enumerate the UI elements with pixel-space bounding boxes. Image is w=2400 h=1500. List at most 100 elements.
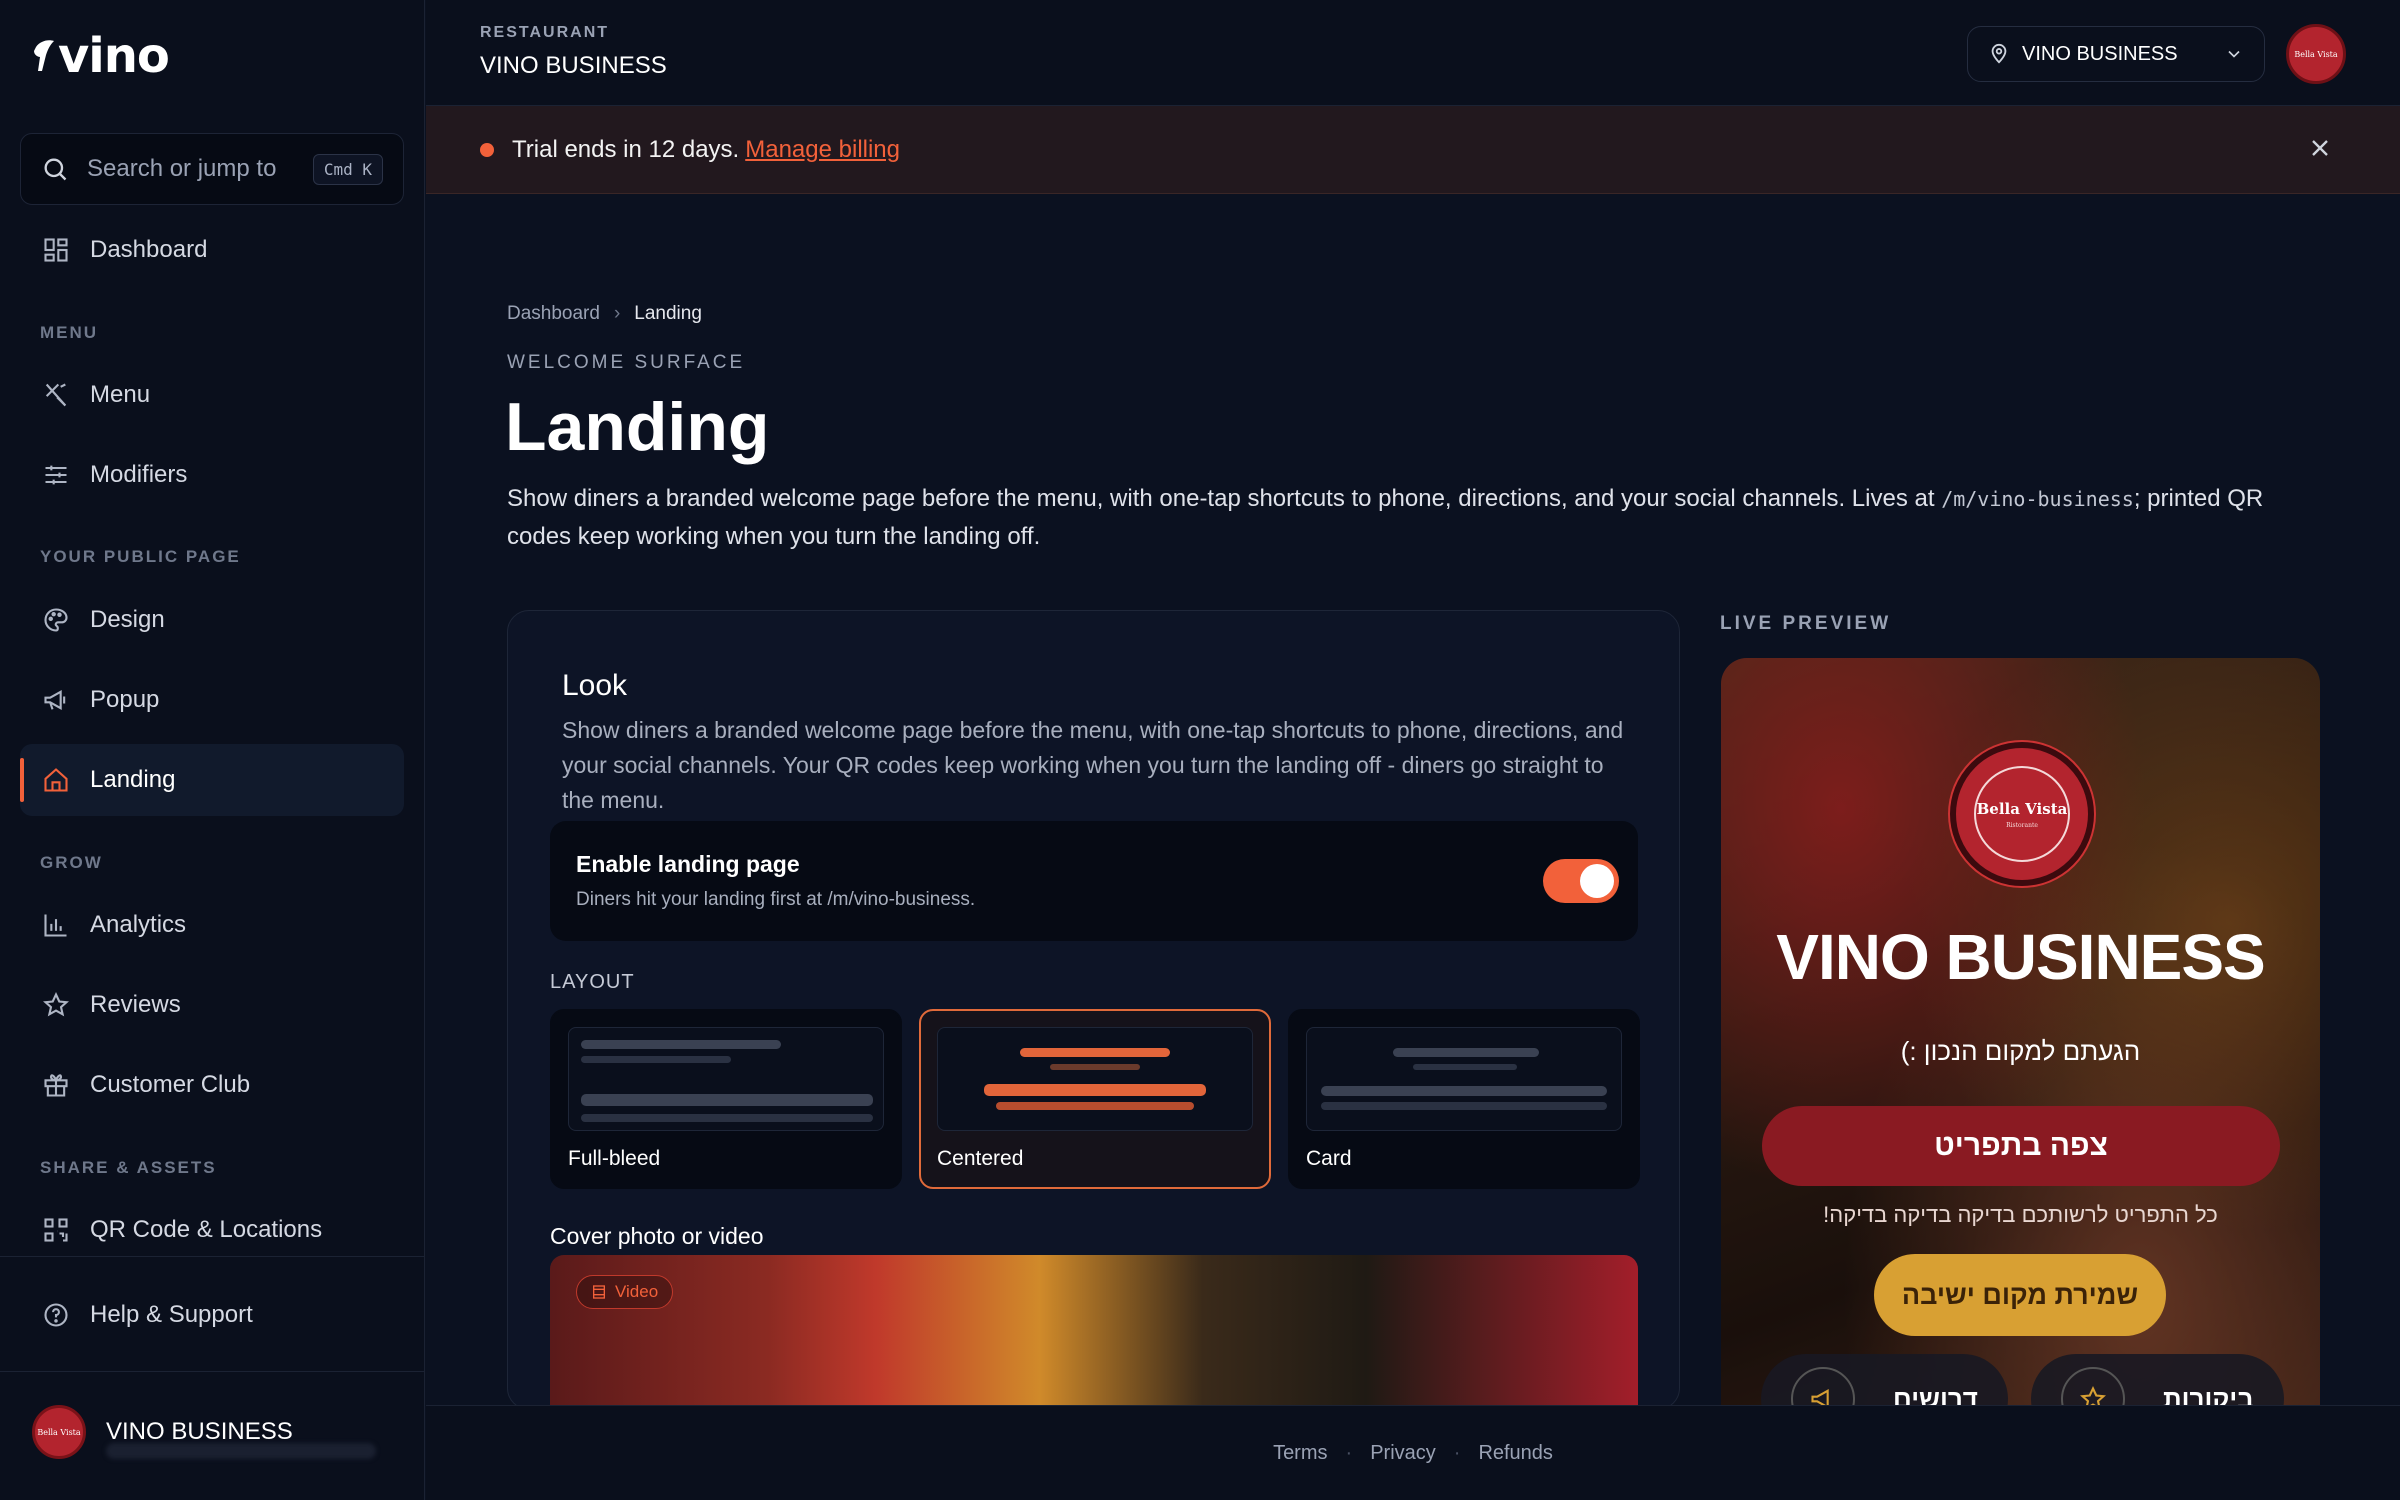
look-title: Look [562,669,628,702]
home-icon [40,764,72,796]
sidebar-item-design[interactable]: Design [20,584,404,656]
landing-path: /m/vino-business [1941,487,2134,511]
palette-icon [40,604,72,636]
preview-title: VINO BUSINESS [1776,921,2265,993]
page-description: Show diners a branded welcome page befor… [507,480,2267,556]
vino-logo[interactable]: vino [32,28,170,84]
logo-mark-icon [34,40,54,71]
bar-chart-icon [40,909,72,941]
topbar: RESTAURANT VINO BUSINESS VINO BUSINESS B… [426,0,2400,106]
page-title: Landing [505,389,770,465]
close-banner-button[interactable] [2306,134,2334,169]
sidebar-divider [0,1256,425,1257]
view-menu-button[interactable]: צפה בתפריט [1762,1106,2280,1186]
sidebar-item-popup[interactable]: Popup [20,664,404,736]
search-box[interactable]: Search or jump to Cmd K [20,133,404,205]
sidebar-item-help[interactable]: Help & Support [20,1279,404,1351]
jobs-shortcut[interactable]: דרושים [1761,1354,2008,1410]
sidebar-item-label: QR Code & Locations [90,1216,323,1243]
sidebar-item-landing[interactable]: Landing [20,744,404,816]
breadcrumb: Dashboard › Landing [507,303,702,325]
sidebar-item-label: Modifiers [90,461,188,488]
sidebar-item-label: Landing [90,766,176,793]
sidebar-item-customer-club[interactable]: Customer Club [20,1049,404,1121]
qr-code-icon [40,1214,72,1246]
sidebar-item-label: Dashboard [90,236,208,263]
sliders-icon [40,459,72,491]
user-name: VINO BUSINESS [106,1418,293,1445]
restaurant-logo: Bella Vista Ristorante [1950,742,2094,886]
sidebar-divider [0,1371,425,1372]
gift-icon [40,1069,72,1101]
page-eyebrow: WELCOME SURFACE [507,352,746,373]
layout-option-label: Full-bleed [568,1147,661,1170]
avatar-logo-text: Bella Vista [2294,49,2338,59]
layout-thumbnail [568,1027,884,1131]
live-preview-frame: Bella Vista Ristorante VINO BUSINESS הגע… [1721,658,2320,1410]
section-label-menu: MENU [40,323,99,342]
live-preview-label: LIVE PREVIEW [1720,613,1892,634]
megaphone-icon [1791,1367,1855,1410]
look-description: Show diners a branded welcome page befor… [562,717,1624,813]
user-email-redacted [106,1443,376,1459]
map-pin-icon [1991,43,2007,64]
reserve-table-button[interactable]: שמירת מקום ישיבה [1874,1254,2166,1336]
manage-billing-link[interactable]: Manage billing [745,136,900,164]
account-avatar[interactable]: Bella Vista [2286,24,2346,84]
enable-landing-subtitle: Diners hit your landing first at /m/vino… [576,889,976,910]
section-label-grow: GROW [40,853,103,872]
privacy-link[interactable]: Privacy [1370,1442,1436,1465]
search-placeholder: Search or jump to [87,155,277,182]
sidebar-item-reviews[interactable]: Reviews [20,969,404,1041]
avatar: Bella Vista [32,1405,86,1459]
sidebar-item-menu[interactable]: Menu [20,359,404,431]
location-select-value: VINO BUSINESS [2022,42,2178,65]
section-label-public: YOUR PUBLIC PAGE [40,547,241,566]
sidebar: vino Search or jump to Cmd K Dashboard M… [0,0,425,1500]
restaurant-name: VINO BUSINESS [480,52,667,79]
refunds-link[interactable]: Refunds [1478,1442,1553,1465]
preview-tagline: הגעתם למקום הנכון :) [1900,1036,2141,1066]
sidebar-item-label: Reviews [90,991,181,1018]
reviews-shortcut[interactable]: ביקורות [2031,1354,2284,1410]
sidebar-item-modifiers[interactable]: Modifiers [20,439,404,511]
breadcrumb-current: Landing [634,303,702,324]
layout-label: LAYOUT [550,971,635,993]
utensils-icon [40,379,72,411]
location-select[interactable]: VINO BUSINESS [1967,26,2265,82]
layout-option-label: Centered [937,1147,1024,1170]
status-dot [480,142,494,157]
enable-landing-toggle[interactable] [1543,859,1619,903]
breadcrumb-dashboard[interactable]: Dashboard [507,303,600,325]
search-shortcut-badge: Cmd K [312,153,383,185]
restaurant-label: RESTAURANT [480,24,610,41]
sidebar-item-dashboard[interactable]: Dashboard [20,214,404,286]
sidebar-item-analytics[interactable]: Analytics [20,889,404,961]
look-card: Look Show diners a branded welcome page … [507,610,1680,1410]
megaphone-icon [40,684,72,716]
sidebar-item-label: Design [90,606,165,633]
cover-label: Cover photo or video [550,1223,764,1249]
search-icon [44,158,67,181]
cover-media-preview[interactable]: Video [550,1255,1638,1409]
avatar-logo-text: Bella Vista [37,1427,81,1437]
terms-link[interactable]: Terms [1273,1442,1327,1465]
layout-option-full-bleed[interactable]: Full-bleed [550,1009,902,1189]
enable-landing-row: Enable landing page Diners hit your land… [550,821,1638,941]
user-profile[interactable]: Bella Vista VINO BUSINESS [32,1405,376,1459]
toggle-knob [1580,864,1614,898]
star-icon [40,989,72,1021]
chevron-down-icon [2228,50,2240,58]
video-badge: Video [576,1275,674,1309]
section-label-share: SHARE & ASSETS [40,1158,217,1177]
layout-option-centered[interactable]: Centered [919,1009,1271,1189]
layout-option-card[interactable]: Card [1288,1009,1640,1189]
footer-separator: · [1453,1441,1461,1464]
footer: Terms · Privacy · Refunds [426,1405,2400,1500]
help-circle-icon [40,1299,72,1331]
sidebar-item-label: Menu [90,381,151,408]
video-badge-label: Video [615,1282,659,1301]
sidebar-item-label: Customer Club [90,1071,251,1098]
sidebar-item-label: Analytics [90,911,187,938]
logo-ring [1974,766,2070,862]
